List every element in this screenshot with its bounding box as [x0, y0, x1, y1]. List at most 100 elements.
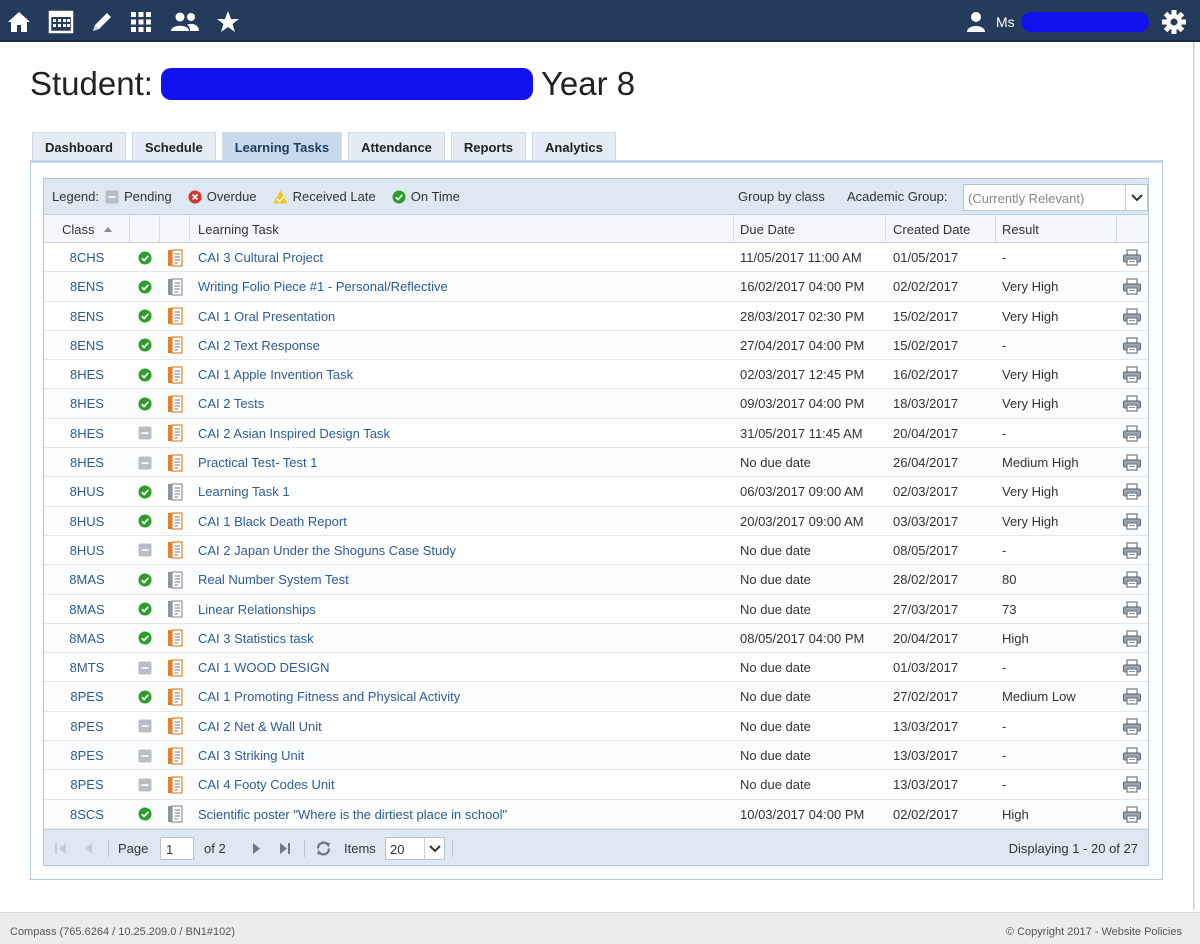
tab-reports[interactable]: Reports	[450, 132, 527, 161]
last-page-icon[interactable]	[278, 842, 292, 855]
created-date-cell: 02/02/2017	[893, 279, 959, 295]
people-icon[interactable]	[169, 9, 201, 35]
print-icon[interactable]	[1120, 682, 1144, 711]
column-task-label: Learning Task	[198, 221, 279, 237]
learning-task-link[interactable]: Practical Test- Test 1	[198, 448, 734, 477]
print-icon[interactable]	[1120, 243, 1144, 272]
pending-icon	[130, 712, 160, 741]
print-icon[interactable]	[1120, 741, 1144, 770]
print-icon[interactable]	[1120, 331, 1144, 360]
print-icon[interactable]	[1120, 770, 1144, 799]
tab-attendance[interactable]: Attendance	[348, 132, 445, 161]
column-header-task[interactable]: Learning Task	[190, 215, 734, 243]
home-icon[interactable]	[6, 9, 32, 35]
result-cell: -	[1002, 718, 1007, 734]
group-by-class-toggle[interactable]: Group by class	[738, 189, 825, 204]
copyright-link[interactable]: © Copyright 2017 - Website Policies	[1006, 926, 1182, 938]
on-time-icon	[392, 190, 406, 203]
document-icon	[160, 536, 190, 565]
learning-task-link[interactable]: CAI 1 Promoting Fitness and Physical Act…	[198, 682, 734, 711]
tab-learning-tasks[interactable]: Learning Tasks	[221, 132, 343, 162]
learning-task-link[interactable]: CAI 2 Net & Wall Unit	[198, 712, 734, 741]
learning-task-link[interactable]: CAI 1 Apple Invention Task	[198, 360, 734, 389]
academic-group-label: Academic Group:	[847, 189, 948, 204]
created-date-cell: 15/02/2017	[893, 337, 959, 353]
column-header-class[interactable]: Class	[44, 215, 130, 243]
academic-group-select[interactable]: (Currently Relevant)	[963, 184, 1148, 211]
document-icon	[160, 272, 190, 301]
column-header-result[interactable]: Result	[996, 215, 1117, 243]
print-icon[interactable]	[1120, 419, 1144, 448]
table-row: 8ENS Writing Folio Piece #1 - Personal/Re…	[44, 272, 1148, 302]
created-date-cell: 13/03/2017	[893, 748, 959, 764]
table-row: 8CHS CAI 3 Cultural Project 11/05/2017 11:…	[44, 243, 1148, 273]
print-icon[interactable]	[1120, 595, 1144, 624]
table-row: 8MAS CAI 3 Statistics task 08/05/2017 04:0…	[44, 623, 1148, 654]
created-date-cell: 20/04/2017	[893, 425, 959, 441]
print-icon[interactable]	[1120, 653, 1144, 682]
print-icon[interactable]	[1120, 360, 1144, 389]
first-page-icon[interactable]	[54, 842, 68, 855]
learning-task-link[interactable]: CAI 1 Oral Presentation	[198, 302, 734, 331]
result-cell: -	[1002, 337, 1007, 353]
pencil-icon[interactable]	[89, 9, 115, 35]
print-icon[interactable]	[1120, 272, 1144, 301]
items-per-page-select[interactable]: 20	[385, 837, 445, 860]
created-date-cell: 16/02/2017	[893, 367, 959, 383]
tab-dashboard[interactable]: Dashboard	[32, 132, 126, 161]
learning-task-link[interactable]: Real Number System Test	[198, 565, 734, 594]
print-icon[interactable]	[1120, 477, 1144, 506]
next-page-icon[interactable]	[251, 842, 263, 855]
result-cell: -	[1002, 425, 1007, 441]
print-icon[interactable]	[1120, 448, 1144, 477]
print-icon[interactable]	[1120, 507, 1144, 536]
pager-divider	[304, 840, 305, 857]
learning-task-link[interactable]: Scientific poster "Where is the dirtiest…	[198, 800, 734, 829]
tab-strip: Dashboard Schedule Learning Tasks Attend…	[32, 132, 622, 162]
legend-label: Legend:	[52, 189, 99, 204]
learning-task-link[interactable]: Learning Task 1	[198, 477, 734, 506]
user-menu[interactable]: Ms	[966, 10, 1149, 34]
due-date-cell: 31/05/2017 11:45 AM	[740, 425, 863, 441]
star-icon[interactable]	[215, 9, 241, 35]
page-number-input[interactable]: 1	[160, 837, 194, 860]
tab-schedule[interactable]: Schedule	[131, 132, 216, 161]
table-row: 8PES CAI 3 Striking Unit No due date 13/03/…	[44, 741, 1148, 771]
learning-task-link[interactable]: CAI 2 Tests	[198, 389, 734, 418]
chevron-down-icon[interactable]	[424, 838, 444, 859]
tab-analytics[interactable]: Analytics	[532, 132, 616, 161]
class-cell: 8MTS	[69, 660, 105, 676]
prev-page-icon[interactable]	[82, 842, 94, 855]
print-icon[interactable]	[1120, 302, 1144, 331]
on-time-icon	[130, 507, 160, 536]
learning-task-link[interactable]: Writing Folio Piece #1 - Personal/Reflec…	[198, 272, 734, 301]
learning-task-link[interactable]: CAI 3 Striking Unit	[198, 741, 734, 770]
table-row: 8HUS CAI 1 Black Death Report 20/03/2017 0…	[44, 506, 1148, 536]
print-icon[interactable]	[1120, 624, 1144, 653]
learning-task-link[interactable]: CAI 2 Japan Under the Shoguns Case Study	[198, 536, 734, 565]
print-icon[interactable]	[1120, 565, 1144, 594]
legend-overdue: Overdue	[188, 189, 257, 204]
print-icon[interactable]	[1120, 712, 1144, 741]
apps-grid-icon[interactable]	[128, 9, 154, 35]
learning-task-link[interactable]: Linear Relationships	[198, 595, 734, 624]
learning-task-link[interactable]: CAI 1 Black Death Report	[198, 507, 734, 536]
learning-task-link[interactable]: CAI 1 WOOD DESIGN	[198, 653, 734, 682]
print-icon[interactable]	[1120, 536, 1144, 565]
document-icon	[160, 741, 190, 770]
refresh-icon[interactable]	[315, 840, 332, 857]
calendar-icon[interactable]	[48, 9, 74, 35]
learning-task-link[interactable]: CAI 2 Asian Inspired Design Task	[198, 419, 734, 448]
print-icon[interactable]	[1120, 800, 1144, 829]
learning-task-link[interactable]: CAI 4 Footy Codes Unit	[198, 770, 734, 799]
learning-task-link[interactable]: CAI 2 Text Response	[198, 331, 734, 360]
print-icon[interactable]	[1120, 389, 1144, 418]
chevron-down-icon[interactable]	[1125, 185, 1147, 210]
learning-task-link[interactable]: CAI 3 Cultural Project	[198, 243, 734, 272]
gear-icon[interactable]	[1160, 8, 1188, 36]
learning-task-link[interactable]: CAI 3 Statistics task	[198, 624, 734, 653]
legend-on-time: On Time	[392, 189, 460, 204]
class-cell: 8HES	[70, 367, 104, 383]
column-header-created[interactable]: Created Date	[886, 215, 996, 243]
column-header-due[interactable]: Due Date	[734, 215, 886, 243]
